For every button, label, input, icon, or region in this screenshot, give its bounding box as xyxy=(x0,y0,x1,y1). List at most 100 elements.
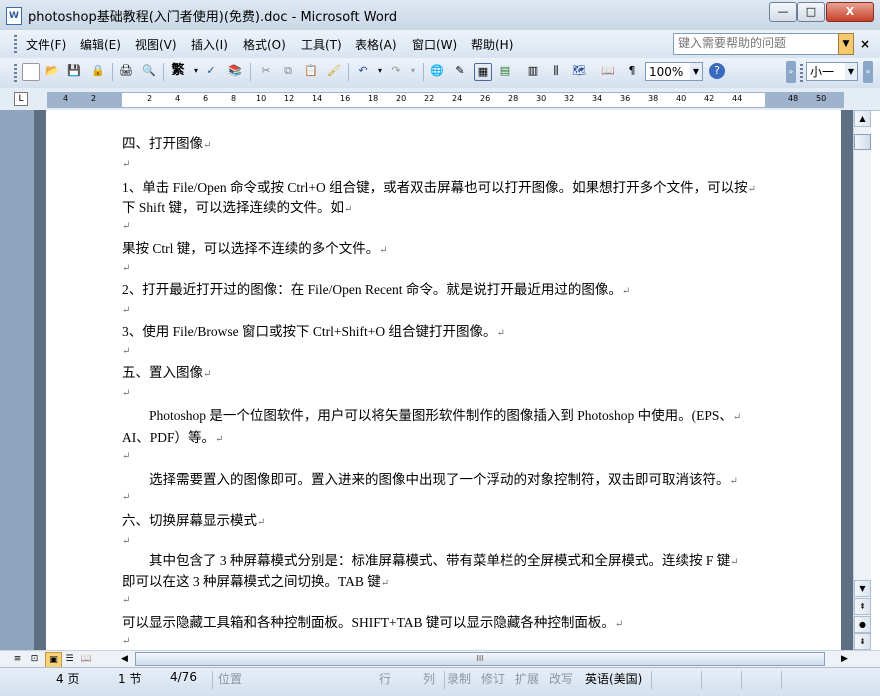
help-search-input[interactable] xyxy=(674,34,837,52)
document-line[interactable]: ↵ xyxy=(122,217,130,233)
close-document-button[interactable]: × xyxy=(860,37,870,51)
document-page[interactable]: 四、打开图像↵ ↵ 1、单击 File/Open 命令或按 Ctrl+O 组合键，或… xyxy=(46,110,841,650)
document-line[interactable]: 即可以在这 3 种屏幕模式之间切换。TAB 键↵ xyxy=(122,570,389,590)
document-line[interactable]: 其中包含了 3 种屏幕模式分别是：标准屏幕模式、带有菜单栏的全屏模式和全屏模式。… xyxy=(122,549,739,569)
document-line[interactable]: ↵ xyxy=(122,447,130,463)
vertical-scrollbar[interactable]: ▲ ▼ ⇞ ● ⇟ xyxy=(853,110,871,650)
select-browse-object-icon[interactable]: ● xyxy=(854,616,871,633)
insert-excel-icon[interactable]: ▤ xyxy=(497,63,513,79)
dropdown-icon[interactable]: ▾ xyxy=(188,63,204,79)
tab-selector-icon[interactable]: L xyxy=(14,92,28,106)
undo-dropdown-icon[interactable]: ▾ xyxy=(372,63,388,79)
menu-help[interactable]: 帮助(H) xyxy=(471,36,513,53)
menu-grip-icon[interactable] xyxy=(14,35,17,53)
document-line[interactable]: ↵ xyxy=(122,591,130,607)
document-line[interactable]: 1、单击 File/Open 命令或按 Ctrl+O 组合键，或者双击屏幕也可以… xyxy=(122,176,756,196)
font-size-dropdown-icon[interactable]: ▼ xyxy=(845,63,857,80)
help-dropdown-icon[interactable]: ▼ xyxy=(838,33,854,55)
menu-insert[interactable]: 插入(I) xyxy=(191,36,228,53)
cut-icon[interactable]: ✂ xyxy=(258,63,274,79)
undo-icon[interactable]: ↶ xyxy=(355,63,371,79)
document-line[interactable]: ↵ xyxy=(122,259,130,275)
menu-file[interactable]: 文件(F) xyxy=(26,36,66,53)
toolbar-options-icon[interactable]: » xyxy=(786,61,796,83)
scroll-up-icon[interactable]: ▲ xyxy=(854,110,871,127)
ruler-bar[interactable]: 4 2 2 4 6 8 10 12 14 16 18 20 22 24 26 2… xyxy=(47,92,844,108)
next-page-icon[interactable]: ⇟ xyxy=(854,633,871,650)
word-app-icon[interactable]: W xyxy=(6,7,22,25)
previous-page-icon[interactable]: ⇞ xyxy=(854,598,871,615)
document-line[interactable]: Photoshop 是一个位图软件，用户可以将矢量图形软件制作的图像插入到 Ph… xyxy=(122,404,741,424)
menu-edit[interactable]: 编辑(E) xyxy=(80,36,121,53)
horizontal-scroll-thumb[interactable]: III xyxy=(135,652,825,666)
toolbar-options-icon[interactable]: » xyxy=(863,61,873,83)
paste-icon[interactable]: 📋 xyxy=(303,63,319,79)
new-document-icon[interactable] xyxy=(22,63,40,81)
document-line[interactable]: 3、使用 File/Browse 窗口或按下 Ctrl+Shift+O 组合键打… xyxy=(122,320,505,340)
maximize-button[interactable]: □ xyxy=(797,2,825,22)
horizontal-scrollbar[interactable]: ≡ ⊡ ▣ ☰ 📖 ◀ III ▶ xyxy=(0,650,880,668)
document-line[interactable]: 2、打开最近打开过的图像：在 File/Open Recent 命令。就是说打开… xyxy=(122,278,630,298)
document-line[interactable]: ↵ xyxy=(122,532,130,548)
drawing-icon[interactable]: ⫼ xyxy=(548,63,564,79)
document-line[interactable]: 可以显示隐藏工具箱和各种控制面板。SHIFT+TAB 键可以显示隐藏各种控制面板… xyxy=(122,611,623,631)
scroll-right-icon[interactable]: ▶ xyxy=(837,652,852,666)
insert-table-icon[interactable]: ▦ xyxy=(474,63,492,81)
print-icon[interactable]: 🖨 xyxy=(118,63,134,79)
minimize-button[interactable]: — xyxy=(769,2,797,22)
menu-format[interactable]: 格式(O) xyxy=(243,36,286,53)
tables-borders-icon[interactable]: ✎ xyxy=(452,63,468,79)
status-language[interactable]: 英语(美国) xyxy=(585,670,642,687)
document-line[interactable]: AI、PDF）等。↵ xyxy=(122,426,223,446)
help-icon[interactable]: ? xyxy=(709,63,725,79)
permission-icon[interactable]: 🔒 xyxy=(90,63,106,79)
web-layout-icon[interactable]: ⊡ xyxy=(27,652,42,666)
document-line[interactable]: 果按 Ctrl 键，可以选择不连续的多个文件。↵ xyxy=(122,237,388,257)
document-line[interactable]: ↵ xyxy=(122,301,130,317)
section-heading[interactable]: 四、打开图像↵ xyxy=(122,132,211,152)
status-extend[interactable]: 扩展 xyxy=(515,670,539,687)
show-hide-icon[interactable]: ¶ xyxy=(624,63,640,79)
status-track-changes[interactable]: 修订 xyxy=(481,670,505,687)
menu-tools[interactable]: 工具(T) xyxy=(301,36,342,53)
section-heading[interactable]: 六、切换屏幕显示模式↵ xyxy=(122,509,265,529)
status-overtype[interactable]: 改写 xyxy=(549,670,573,687)
menu-view[interactable]: 视图(V) xyxy=(135,36,177,53)
document-line[interactable]: 选择需要置入的图像即可。置入进来的图像中出现了一个浮动的对象控制符，双击即可取消… xyxy=(122,468,738,488)
close-button[interactable]: X xyxy=(826,2,874,22)
vertical-scroll-thumb[interactable] xyxy=(854,134,871,150)
status-record[interactable]: 录制 xyxy=(447,670,471,687)
menu-window[interactable]: 窗口(W) xyxy=(412,36,457,53)
print-layout-icon[interactable]: ▣ xyxy=(45,652,62,668)
normal-view-icon[interactable]: ≡ xyxy=(10,652,25,666)
document-line[interactable]: ↵ xyxy=(122,155,130,171)
document-line[interactable]: ↵ xyxy=(122,488,130,504)
spelling-icon[interactable]: ✓ xyxy=(203,63,219,79)
open-folder-icon[interactable]: 📂 xyxy=(44,63,60,79)
redo-dropdown-icon[interactable]: ▾ xyxy=(405,63,421,79)
save-icon[interactable]: 💾 xyxy=(66,63,82,79)
scroll-left-icon[interactable]: ◀ xyxy=(117,652,132,666)
toolbar-grip-icon[interactable] xyxy=(800,64,803,82)
format-painter-icon[interactable]: 🖌 xyxy=(326,63,342,79)
document-line[interactable]: 下 Shift 键，可以选择连续的文件。如↵ xyxy=(122,196,352,216)
traditional-chinese-icon[interactable]: 繁 xyxy=(170,63,186,79)
print-preview-icon[interactable]: 🔍 xyxy=(141,63,157,79)
outline-view-icon[interactable]: ☰ xyxy=(62,652,77,666)
read-icon[interactable]: 📖 xyxy=(600,63,616,79)
zoom-dropdown-icon[interactable]: ▼ xyxy=(690,63,702,80)
document-map-icon[interactable]: 🗺 xyxy=(571,63,587,79)
copy-icon[interactable]: ⧉ xyxy=(280,63,296,79)
research-icon[interactable]: 📚 xyxy=(227,63,243,79)
document-line[interactable]: ↵ xyxy=(122,342,130,358)
scroll-down-icon[interactable]: ▼ xyxy=(854,580,871,597)
document-line[interactable]: ↵ xyxy=(122,384,130,400)
section-heading[interactable]: 五、置入图像↵ xyxy=(122,361,211,381)
menu-table[interactable]: 表格(A) xyxy=(355,36,397,53)
redo-icon[interactable]: ↷ xyxy=(388,63,404,79)
toolbar-grip-icon[interactable] xyxy=(14,64,17,82)
document-line[interactable]: ↵ xyxy=(122,632,130,648)
columns-icon[interactable]: ▥ xyxy=(525,63,541,79)
help-search-box[interactable] xyxy=(673,33,839,55)
hyperlink-icon[interactable]: 🌐 xyxy=(429,63,445,79)
